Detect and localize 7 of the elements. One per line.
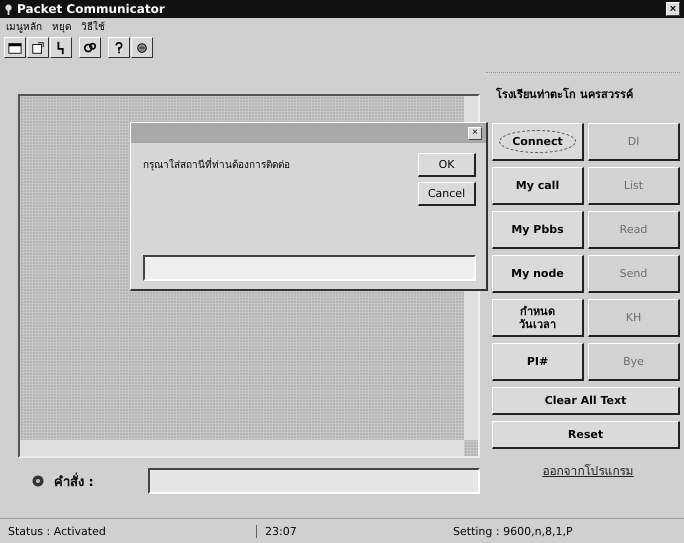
status-text: Status : Activated — [7, 524, 107, 538]
status-text: 23:07 — [256, 524, 445, 538]
station-name: โรงเรียนท่าตะโก นครสวรรค์ — [486, 72, 680, 103]
command-label: คำสั่ง : — [54, 472, 95, 492]
status-text: Setting : 9600,n,8,1,P — [452, 524, 574, 538]
dialog-message: กรุณาใส่สถานีที่ท่านต้องการติดต่อ — [143, 153, 290, 255]
window-title: Packet Communicator — [17, 2, 166, 16]
